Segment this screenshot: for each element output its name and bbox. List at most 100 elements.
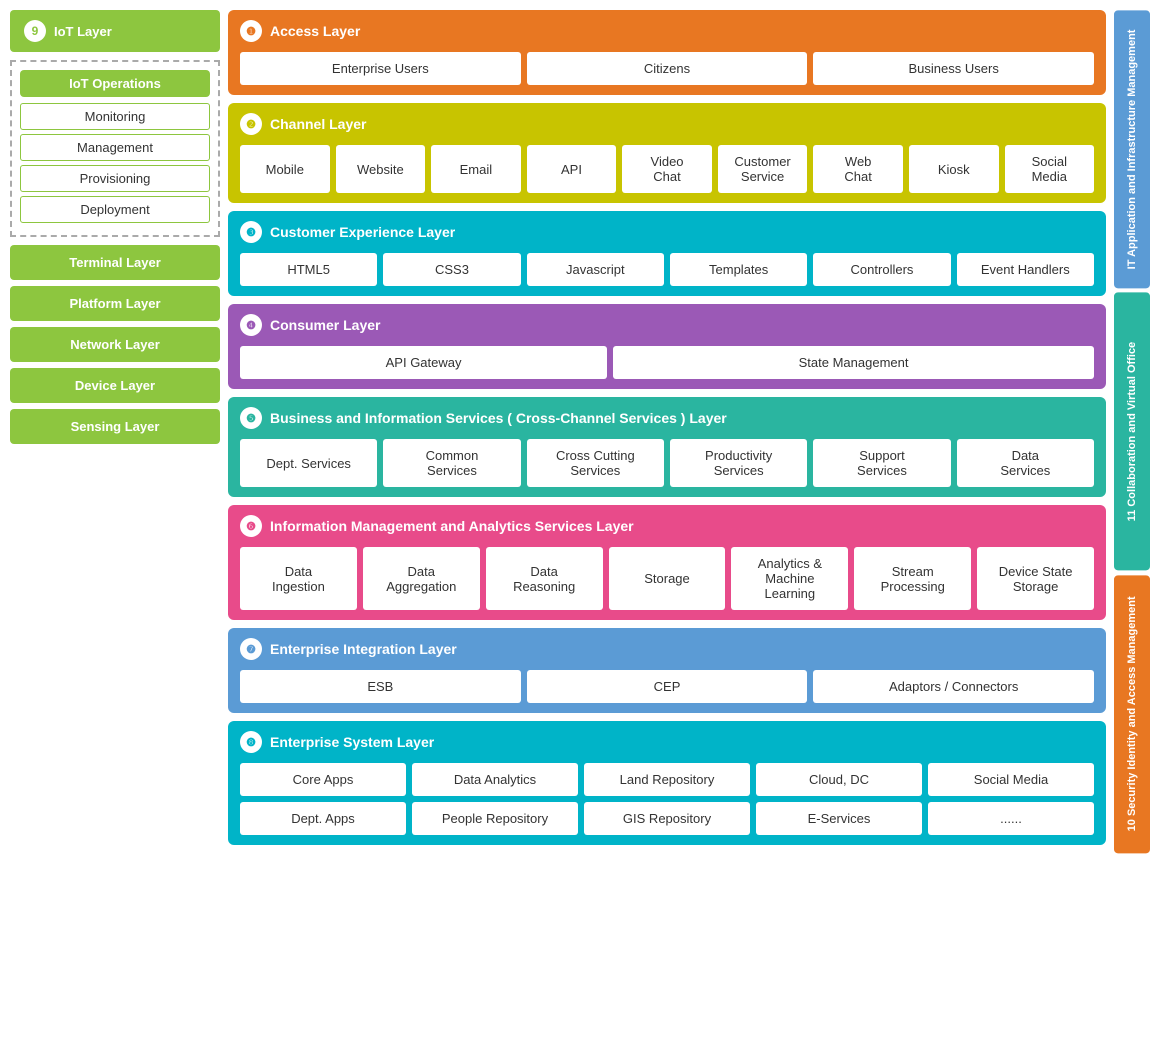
device-layer-btn: Device Layer <box>10 368 220 403</box>
layer-item: CSS3 <box>383 253 520 286</box>
iot-ops-item-2: Management <box>20 134 210 161</box>
layer-5-items: Dept. Services CommonServices Cross Cutt… <box>240 439 1094 487</box>
productivity-services-item: ProductivityServices <box>670 439 807 487</box>
layer-2-label: Channel Layer <box>270 116 366 132</box>
common-services-item: CommonServices <box>383 439 520 487</box>
support-services-item: SupportServices <box>813 439 950 487</box>
layer-4-title: ❹ Consumer Layer <box>240 314 1094 336</box>
layer-2-block: ❷ Channel Layer Mobile Website Email API… <box>228 103 1106 203</box>
cep-item: CEP <box>527 670 808 703</box>
iot-ops-item-1: Monitoring <box>20 103 210 130</box>
layer-5-num: ❺ <box>240 407 262 429</box>
people-repository-item: People Repository <box>412 802 578 835</box>
layer-item: Citizens <box>527 52 808 85</box>
layer-2-title: ❷ Channel Layer <box>240 113 1094 135</box>
layer-item: VideoChat <box>622 145 712 193</box>
layer-5-title: ❺ Business and Information Services ( Cr… <box>240 407 1094 429</box>
land-repository-item: Land Repository <box>584 763 750 796</box>
layer-item: API <box>527 145 617 193</box>
layer-8-label: Enterprise System Layer <box>270 734 434 750</box>
layer-item: Event Handlers <box>957 253 1094 286</box>
left-panel: 9 IoT Layer IoT Operations Monitoring Ma… <box>10 10 220 853</box>
layer-1-items: Enterprise Users Citizens Business Users <box>240 52 1094 85</box>
gis-repository-item: GIS Repository <box>584 802 750 835</box>
iot-layer-header: 9 IoT Layer <box>10 10 220 52</box>
cloud-dc-item: Cloud, DC <box>756 763 922 796</box>
layer-8-row-2: Dept. Apps People Repository GIS Reposit… <box>240 802 1094 835</box>
ellipsis-item: ...... <box>928 802 1094 835</box>
layer-7-label: Enterprise Integration Layer <box>270 641 457 657</box>
layer-7-items: ESB CEP Adaptors / Connectors <box>240 670 1094 703</box>
layer-1-title: ❶ Access Layer <box>240 20 1094 42</box>
esb-item: ESB <box>240 670 521 703</box>
layer-4-block: ❹ Consumer Layer API Gateway State Manag… <box>228 304 1106 389</box>
layer-item: Website <box>336 145 426 193</box>
sensing-layer-btn: Sensing Layer <box>10 409 220 444</box>
layer-8-num: ❽ <box>240 731 262 753</box>
terminal-layer-btn: Terminal Layer <box>10 245 220 280</box>
layer-item: Kiosk <box>909 145 999 193</box>
right-panel: IT Application and Infrastructure Manage… <box>1114 10 1150 853</box>
layer-6-block: ❻ Information Management and Analytics S… <box>228 505 1106 620</box>
layer-6-label: Information Management and Analytics Ser… <box>270 518 634 534</box>
layer-item: Email <box>431 145 521 193</box>
layer-5-label: Business and Information Services ( Cros… <box>270 410 727 426</box>
cross-cutting-services-item: Cross CuttingServices <box>527 439 664 487</box>
dept-apps-item: Dept. Apps <box>240 802 406 835</box>
layer-4-num: ❹ <box>240 314 262 336</box>
layer-8-row-1: Core Apps Data Analytics Land Repository… <box>240 763 1094 796</box>
layer-item: Mobile <box>240 145 330 193</box>
iot-layer-label: IoT Layer <box>54 24 112 39</box>
layer-1-block: ❶ Access Layer Enterprise Users Citizens… <box>228 10 1106 95</box>
right-label-security: 10 Security Identity and Access Manageme… <box>1114 575 1150 853</box>
layer-item: SocialMedia <box>1005 145 1095 193</box>
layer-2-items: Mobile Website Email API VideoChat Custo… <box>240 145 1094 193</box>
dept-services-item: Dept. Services <box>240 439 377 487</box>
data-analytics-item: Data Analytics <box>412 763 578 796</box>
data-aggregation-item: DataAggregation <box>363 547 480 610</box>
network-layer-btn: Network Layer <box>10 327 220 362</box>
layer-6-num: ❻ <box>240 515 262 537</box>
layer-8-rows: Core Apps Data Analytics Land Repository… <box>240 763 1094 835</box>
layer-3-block: ❸ Customer Experience Layer HTML5 CSS3 J… <box>228 211 1106 296</box>
layer-4-label: Consumer Layer <box>270 317 380 333</box>
layer-3-label: Customer Experience Layer <box>270 224 455 240</box>
iot-ops-item-4: Deployment <box>20 196 210 223</box>
e-services-item: E-Services <box>756 802 922 835</box>
layer-item: Templates <box>670 253 807 286</box>
center-panel: ❶ Access Layer Enterprise Users Citizens… <box>228 10 1106 853</box>
iot-ops-item-3: Provisioning <box>20 165 210 192</box>
adaptors-connectors-item: Adaptors / Connectors <box>813 670 1094 703</box>
layer-7-title: ❼ Enterprise Integration Layer <box>240 638 1094 660</box>
iot-layer-num: 9 <box>24 20 46 42</box>
data-ingestion-item: DataIngestion <box>240 547 357 610</box>
layer-8-block: ❽ Enterprise System Layer Core Apps Data… <box>228 721 1106 845</box>
layer-3-items: HTML5 CSS3 Javascript Templates Controll… <box>240 253 1094 286</box>
layer-item: Javascript <box>527 253 664 286</box>
layer-item: API Gateway <box>240 346 607 379</box>
core-apps-item: Core Apps <box>240 763 406 796</box>
layer-item: CustomerService <box>718 145 808 193</box>
layer-1-num: ❶ <box>240 20 262 42</box>
layer-item: Controllers <box>813 253 950 286</box>
layer-5-block: ❺ Business and Information Services ( Cr… <box>228 397 1106 497</box>
layer-6-items: DataIngestion DataAggregation DataReason… <box>240 547 1094 610</box>
layer-4-items: API Gateway State Management <box>240 346 1094 379</box>
analytics-ml-item: Analytics &MachineLearning <box>731 547 848 610</box>
layer-3-num: ❸ <box>240 221 262 243</box>
layer-7-num: ❼ <box>240 638 262 660</box>
data-reasoning-item: DataReasoning <box>486 547 603 610</box>
platform-layer-btn: Platform Layer <box>10 286 220 321</box>
layer-8-title: ❽ Enterprise System Layer <box>240 731 1094 753</box>
layer-item: Business Users <box>813 52 1094 85</box>
layer-6-title: ❻ Information Management and Analytics S… <box>240 515 1094 537</box>
iot-operations-box: IoT Operations Monitoring Management Pro… <box>10 60 220 237</box>
iot-ops-header: IoT Operations <box>20 70 210 97</box>
layer-1-label: Access Layer <box>270 23 360 39</box>
device-state-storage-item: Device StateStorage <box>977 547 1094 610</box>
right-label-collab: 11 Collaboration and Virtual Office <box>1114 292 1150 570</box>
storage-item: Storage <box>609 547 726 610</box>
layer-item: Enterprise Users <box>240 52 521 85</box>
right-label-it: IT Application and Infrastructure Manage… <box>1114 10 1150 288</box>
layer-item: WebChat <box>813 145 903 193</box>
